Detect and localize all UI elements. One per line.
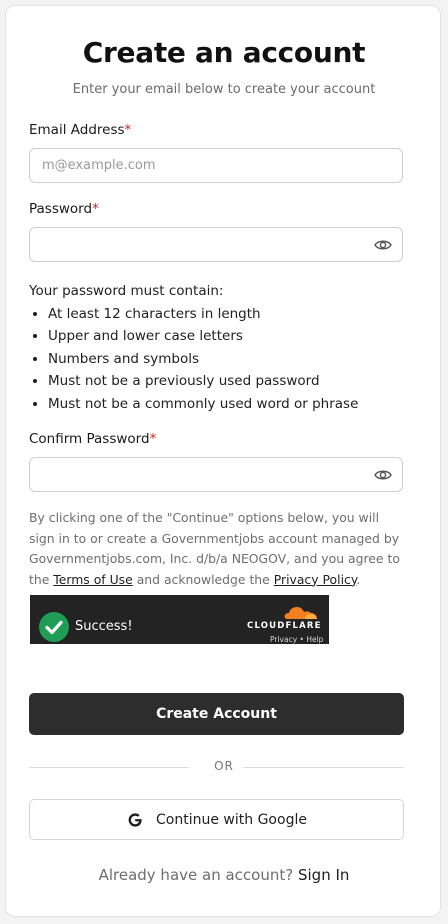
page-title: Create an account [82, 36, 366, 69]
eye-icon[interactable] [374, 237, 392, 253]
password-label-text: Password [29, 201, 93, 217]
confirm-password-input[interactable] [30, 458, 374, 491]
password-rules-list: At least 12 characters in length Upper a… [29, 303, 358, 415]
email-input[interactable] [30, 149, 374, 182]
continue-with-google-button[interactable]: Continue with Google [29, 799, 404, 840]
required-mark: * [149, 431, 157, 447]
page-subtitle: Enter your email below to create your ac… [72, 82, 376, 97]
password-rule-item: At least 12 characters in length [48, 303, 358, 325]
required-mark: * [124, 122, 132, 138]
password-rule-item: Must not be a previously used password [48, 370, 358, 392]
password-rule-item: Must not be a commonly used word or phra… [48, 393, 358, 415]
sign-in-link[interactable]: Sign In [298, 866, 349, 884]
consent-text-after: . [356, 571, 361, 587]
email-field [29, 148, 403, 183]
signin-prompt: Already have an account? Sign In [0, 866, 448, 884]
password-rule-item: Numbers and symbols [48, 348, 358, 370]
password-rules-title: Your password must contain: [29, 283, 224, 299]
email-label-text: Email Address [29, 122, 125, 138]
divider-or: OR [214, 759, 234, 773]
captcha-status: Success! [75, 619, 133, 634]
google-button-label: Continue with Google [156, 811, 307, 828]
email-label: Email Address* [29, 122, 131, 138]
cloudflare-brand: CLOUDFLARE [247, 621, 322, 631]
required-mark: * [92, 201, 99, 217]
password-label: Password* [29, 201, 99, 217]
captcha-links[interactable]: Privacy • Help [270, 635, 323, 644]
google-icon [128, 812, 142, 827]
success-check-icon [39, 612, 69, 642]
password-input[interactable] [30, 228, 374, 261]
consent-text: By clicking one of the "Continue" option… [29, 508, 407, 590]
cloudflare-cloud-icon [284, 607, 317, 619]
password-field [29, 227, 403, 262]
create-account-button[interactable]: Create Account [29, 693, 404, 735]
eye-icon[interactable] [374, 467, 392, 483]
confirm-password-label-text: Confirm Password [29, 431, 150, 447]
captcha-widget[interactable]: Success! CLOUDFLARE Privacy • Help [30, 595, 329, 644]
signin-prompt-text: Already have an account? [98, 866, 294, 884]
terms-of-use-link[interactable]: Terms of Use [53, 572, 132, 587]
confirm-password-label: Confirm Password* [29, 431, 156, 447]
consent-text-middle: and acknowledge the [132, 571, 274, 587]
confirm-password-field [29, 457, 403, 492]
privacy-policy-link[interactable]: Privacy Policy [274, 572, 357, 587]
password-rule-item: Upper and lower case letters [48, 325, 358, 347]
